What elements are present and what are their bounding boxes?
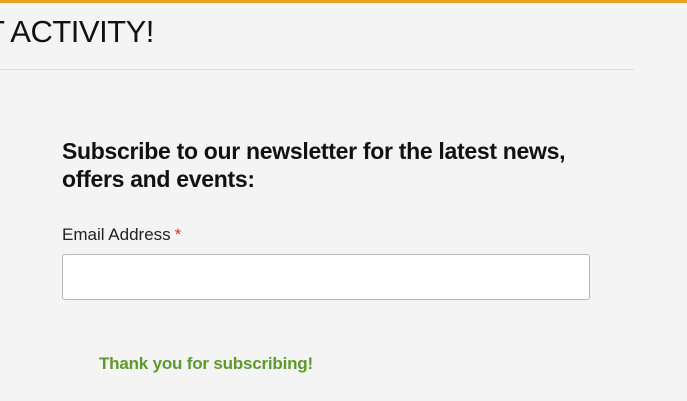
newsletter-title: Subscribe to our newsletter for the late… bbox=[62, 138, 566, 192]
page-heading: T ACTIVITY! bbox=[0, 14, 154, 49]
subscribe-success-message: Thank you for subscribing! bbox=[99, 354, 313, 373]
required-asterisk: * bbox=[174, 225, 182, 244]
email-label: Email Address * bbox=[62, 224, 181, 246]
heading-divider bbox=[0, 69, 634, 70]
email-input[interactable] bbox=[62, 254, 590, 300]
email-label-text: Email Address bbox=[62, 225, 171, 244]
page-heading-area: T ACTIVITY! bbox=[0, 0, 634, 69]
